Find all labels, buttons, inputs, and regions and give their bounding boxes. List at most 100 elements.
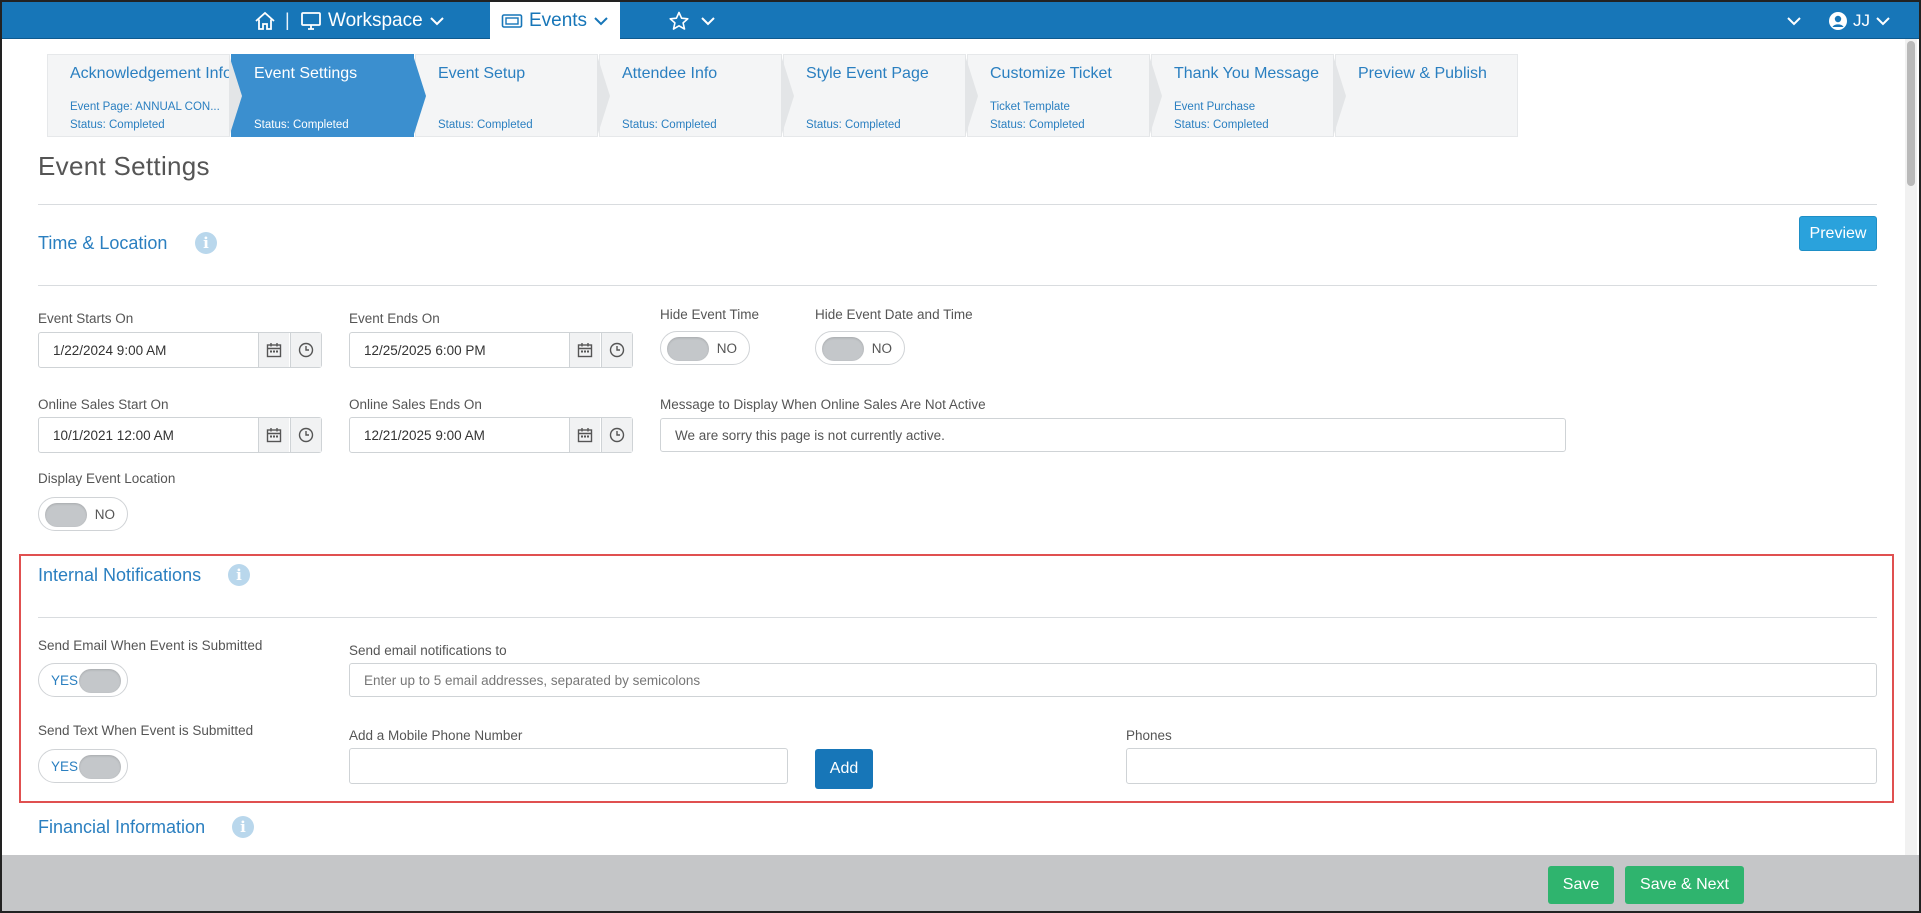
inactive-message-input[interactable]: We are sorry this page is not currently … [660, 418, 1566, 452]
clock-icon[interactable] [290, 333, 321, 367]
online-sales-start-input[interactable]: 10/1/2021 12:00 AM [38, 417, 322, 453]
nav-separator: | [285, 10, 290, 30]
event-starts-input[interactable]: 1/22/2024 9:00 AM [38, 332, 322, 368]
step-arrow [1333, 55, 1346, 137]
send-email-toggle[interactable]: YES [38, 663, 128, 697]
online-sales-end-value: 12/21/2025 9:00 AM [364, 428, 485, 443]
step-attendee-info[interactable]: Attendee Info Status: Completed [599, 54, 794, 137]
step-title: Event Settings [254, 65, 358, 82]
step-arrow [965, 55, 978, 137]
step-status: Status: Completed [438, 119, 533, 131]
clock-icon[interactable] [290, 418, 321, 452]
events-menu[interactable]: Events [490, 2, 620, 39]
favorites-menu[interactable] [668, 2, 716, 39]
calendar-icon[interactable] [569, 333, 600, 367]
online-sales-start-label: Online Sales Start On [38, 397, 169, 412]
step-title: Style Event Page [806, 65, 929, 82]
chevron-down-icon [1875, 15, 1891, 27]
toggle-knob [667, 337, 709, 361]
chevron-down-icon[interactable] [1786, 2, 1802, 39]
phones-label: Phones [1126, 728, 1172, 743]
user-menu[interactable]: JJ [1828, 2, 1891, 39]
mobile-phone-label: Add a Mobile Phone Number [349, 728, 523, 743]
page-title: Event Settings [38, 151, 210, 181]
step-title: Customize Ticket [990, 65, 1112, 82]
ticket-icon [501, 13, 523, 29]
step-style-event-page[interactable]: Style Event Page Status: Completed [783, 54, 978, 137]
step-status: Status: Completed [990, 119, 1085, 131]
chevron-down-icon [700, 15, 716, 27]
calendar-icon[interactable] [569, 418, 600, 452]
step-title: Thank You Message [1174, 65, 1319, 82]
workspace-menu[interactable]: Workspace [300, 2, 445, 39]
step-preview-publish[interactable]: Preview & Publish [1335, 54, 1518, 137]
user-avatar-icon [1828, 11, 1848, 31]
display-event-location-label: Display Event Location [38, 471, 176, 486]
chevron-down-icon [593, 15, 609, 27]
hide-event-time-toggle[interactable]: NO [660, 331, 750, 365]
home-icon[interactable] [254, 2, 276, 39]
event-ends-input[interactable]: 12/25/2025 6:00 PM [349, 332, 633, 368]
step-title: Acknowledgement Info [70, 65, 232, 82]
toggle-knob [79, 755, 121, 779]
toggle-knob [45, 503, 87, 527]
divider [38, 285, 1877, 286]
info-icon[interactable]: i [228, 564, 250, 586]
online-sales-end-input[interactable]: 12/21/2025 9:00 AM [349, 417, 633, 453]
info-icon[interactable]: i [195, 232, 217, 254]
step-event-setup[interactable]: Event Setup Status: Completed [415, 54, 610, 137]
step-title: Attendee Info [622, 65, 718, 82]
step-arrow [413, 55, 426, 137]
step-customize-ticket[interactable]: Customize Ticket Ticket Template Status:… [967, 54, 1162, 137]
scrollbar-thumb[interactable] [1907, 41, 1915, 186]
inactive-message-value: We are sorry this page is not currently … [675, 428, 945, 443]
vertical-scrollbar[interactable] [1905, 39, 1917, 855]
step-arrow [781, 55, 794, 137]
inactive-message-label: Message to Display When Online Sales Are… [660, 397, 986, 412]
toggle-state: YES [51, 759, 79, 774]
step-arrow [229, 55, 242, 137]
step-title: Event Setup [438, 65, 526, 82]
star-icon [668, 11, 690, 31]
step-detail: Event Page: ANNUAL CON... [70, 101, 220, 113]
phones-list[interactable] [1126, 748, 1877, 784]
send-email-label: Send Email When Event is Submitted [38, 638, 263, 653]
email-notifications-label: Send email notifications to [349, 643, 507, 658]
mobile-phone-input[interactable] [349, 748, 788, 784]
email-notifications-input[interactable]: Enter up to 5 email addresses, separated… [349, 663, 1877, 697]
step-status: Status: Completed [622, 119, 717, 131]
step-detail: Ticket Template [990, 101, 1070, 113]
clock-icon[interactable] [601, 418, 632, 452]
hide-event-date-time-label: Hide Event Date and Time [815, 307, 973, 322]
step-arrow [597, 55, 610, 137]
divider [38, 204, 1877, 205]
online-sales-start-value: 10/1/2021 12:00 AM [53, 428, 174, 443]
calendar-icon[interactable] [258, 418, 289, 452]
step-title: Preview & Publish [1358, 65, 1487, 82]
section-title-financial-information: Financial Information [38, 817, 206, 837]
toggle-state: YES [51, 673, 79, 688]
save-next-button[interactable]: Save & Next [1625, 866, 1744, 904]
toggle-state: NO [716, 341, 737, 356]
clock-icon[interactable] [601, 333, 632, 367]
preview-button[interactable]: Preview [1799, 216, 1877, 251]
event-starts-label: Event Starts On [38, 311, 134, 326]
step-status: Status: Completed [254, 119, 349, 131]
step-acknowledgement-info[interactable]: Acknowledgement Info Event Page: ANNUAL … [47, 54, 242, 137]
add-phone-button[interactable]: Add [815, 749, 873, 789]
display-event-location-toggle[interactable]: NO [38, 497, 128, 531]
event-starts-value: 1/22/2024 9:00 AM [53, 343, 167, 358]
top-navigation-bar: | Workspace Events JJ [2, 2, 1919, 39]
calendar-icon[interactable] [258, 333, 289, 367]
toggle-knob [822, 337, 864, 361]
info-icon[interactable]: i [232, 816, 254, 838]
step-thank-you-message[interactable]: Thank You Message Event Purchase Status:… [1151, 54, 1346, 137]
online-sales-end-label: Online Sales Ends On [349, 397, 482, 412]
save-button[interactable]: Save [1548, 866, 1614, 904]
hide-event-time-label: Hide Event Time [660, 307, 760, 322]
events-label: Events [528, 9, 588, 31]
email-notifications-placeholder: Enter up to 5 email addresses, separated… [364, 673, 701, 688]
step-event-settings[interactable]: Event Settings Status: Completed [231, 54, 426, 137]
hide-event-date-time-toggle[interactable]: NO [815, 331, 905, 365]
send-text-toggle[interactable]: YES [38, 749, 128, 783]
